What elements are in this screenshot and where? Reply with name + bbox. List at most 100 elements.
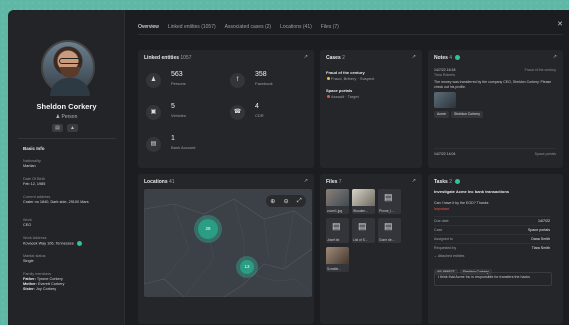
stat-persons[interactable]: ♟ 563 Persons (142, 68, 220, 96)
case-meta: Fraud, Bribery · Suspect (326, 76, 374, 82)
divider (138, 34, 563, 35)
stat-number: 563 (171, 71, 183, 78)
file-name: Phone_l... (379, 209, 394, 213)
file-name: Scrable... (327, 267, 341, 271)
card-title: Notes 4 (434, 55, 461, 61)
verified-icon (76, 241, 82, 246)
expand-icon[interactable]: ↗ (304, 178, 308, 184)
task-row-value[interactable]: Dana Smith (531, 237, 550, 241)
field-nationality: Nationality Martian (23, 159, 41, 169)
file-name: Josef.txt (327, 238, 340, 242)
map-controls: ⊕ ⊖ ⤢ (266, 195, 306, 207)
document-icon: ▤ (384, 192, 393, 202)
avatar (41, 40, 95, 96)
field-work: Work CEO (23, 218, 32, 228)
tasks-card: Tasks 2 Investigate Acme Inc bank transa… (428, 174, 563, 324)
bell-icon[interactable]: ▲ (67, 124, 78, 132)
task-row-key: Due date (434, 219, 449, 223)
stat-label: Vehicles (171, 113, 186, 118)
work-address-value: Kovacek Way 106, Tennessee (23, 241, 74, 246)
expand-icon[interactable]: ↗ (304, 54, 308, 60)
beard-detail (60, 67, 80, 78)
stat-bank-account[interactable]: ▤ 1 Bank Account (142, 132, 220, 160)
task-row: Assigned to Dana Smith (434, 234, 550, 242)
case-item[interactable]: Space portals Assault · Target (326, 88, 359, 99)
chip-acme[interactable]: Acme (434, 111, 449, 118)
note-item[interactable]: 14/7/22 16:18 Fraud of the century Tiara… (434, 68, 556, 118)
task-row-key: Assigned to (434, 237, 453, 241)
car-icon: ▣ (146, 105, 161, 120)
file-thumb[interactable]: Scrable... (326, 247, 349, 272)
task-row: Due date 14/7/22 (434, 216, 550, 224)
map-cluster[interactable]: 13 (240, 260, 254, 274)
zoom-in-icon[interactable]: ⊕ (270, 198, 275, 205)
map-cluster[interactable]: 28 (198, 219, 218, 239)
case-item[interactable]: Fraud of the century Fraud, Bribery · Su… (326, 70, 374, 81)
glasses-detail (59, 58, 81, 64)
stat-label: Persons (171, 81, 186, 86)
task-comment[interactable]: I think that Acme Inc is responsible for… (434, 272, 552, 286)
document-icon: ▤ (332, 221, 341, 231)
shoulders-detail (50, 78, 90, 96)
stat-facebook[interactable]: f 358 Facebook (226, 68, 304, 96)
file-thumb[interactable]: zoom1.jpg (326, 189, 349, 214)
family-member[interactable]: Sister: Joy Corkery (23, 287, 64, 292)
entity-profile-window: Sheldon Corkery ♟ Person ▤ ▲ Basic Info … (8, 10, 569, 325)
note-text: The money was transferred by the company… (434, 80, 552, 89)
expand-icon[interactable]: ↗ (412, 178, 416, 184)
priority-label: Important (434, 207, 450, 211)
note-attachment-image[interactable] (434, 92, 456, 109)
file-name: Gone de... (379, 238, 395, 242)
note-chips: Acme Sheldon Corkery (434, 111, 556, 118)
profile-type: ♟ Person (8, 114, 125, 120)
attached-entities-label: ⌄ Attached entities (434, 254, 465, 258)
note-item[interactable]: 14/7/22 14:04 Space portals (434, 148, 556, 157)
target-dot-icon (327, 94, 330, 98)
person-icon: ♟ (55, 114, 61, 120)
file-thumb[interactable]: ▤ Phone_l... (378, 189, 401, 214)
profile-type-label: Person (61, 114, 78, 120)
file-thumb[interactable]: Wooden... (352, 189, 375, 214)
file-name: List of S... (353, 238, 368, 242)
stat-label: CDR (255, 113, 264, 118)
document-icon: ▤ (358, 221, 367, 231)
file-thumb[interactable]: ▤ Gone de... (378, 218, 401, 243)
expand-icon[interactable]: ↗ (412, 54, 416, 60)
chip-person[interactable]: Sheldon Corkery (450, 111, 484, 118)
location-map[interactable]: 28 13 ⊕ ⊖ ⤢ (144, 189, 312, 297)
profile-sidebar: Sheldon Corkery ♟ Person ▤ ▲ Basic Info … (8, 10, 125, 325)
case-meta: Assault · Target (326, 94, 359, 100)
notes-card: Notes 4 ↗ 14/7/22 16:18 Fraud of the cen… (428, 50, 563, 168)
file-name: zoom1.jpg (327, 209, 343, 213)
basic-info-heading: Basic Info (23, 146, 45, 151)
stat-label: Bank Account (171, 145, 196, 150)
expand-icon[interactable]: ↗ (553, 54, 557, 60)
add-note-icon[interactable] (455, 55, 461, 61)
file-thumb[interactable]: ▤ List of S... (352, 218, 375, 243)
task-row-key: Requested by (434, 246, 457, 250)
task-row-value[interactable]: Tiara Smith (532, 246, 550, 250)
id-card-icon[interactable]: ▤ (52, 124, 63, 132)
stat-number: 1 (171, 135, 175, 142)
profile-actions: ▤ ▲ (52, 124, 78, 132)
task-row-value: 14/7/22 (538, 219, 550, 223)
fullscreen-icon[interactable]: ⤢ (297, 198, 302, 205)
zoom-out-icon[interactable]: ⊖ (284, 198, 289, 205)
task-row-value[interactable]: Space portals (528, 228, 550, 232)
stat-vehicles[interactable]: ▣ 5 Vehicles (142, 100, 220, 128)
add-task-icon[interactable] (455, 179, 461, 185)
stat-cdr[interactable]: ☎ 4 CDR (226, 100, 304, 128)
task-description: Can I have it by the EOD? Thanks (434, 201, 489, 205)
field-value: CEO (23, 223, 32, 227)
facebook-icon: f (230, 73, 245, 88)
task-title[interactable]: Investigate Acme Inc bank transactions (434, 189, 534, 194)
field-address: Current address Crater no 1840, Dark side… (23, 195, 118, 205)
close-icon[interactable]: ✕ (557, 20, 563, 28)
image-preview (326, 189, 349, 206)
bank-icon: ▤ (146, 137, 161, 152)
task-row: Requested by Tiara Smith (434, 243, 550, 251)
field-dob: Date Of Birth Feb 12, 1985 (23, 177, 45, 187)
note-author: Tiara Roberts (434, 72, 456, 77)
file-thumb[interactable]: ▤ Josef.txt (326, 218, 349, 243)
field-value: Single (23, 259, 34, 263)
